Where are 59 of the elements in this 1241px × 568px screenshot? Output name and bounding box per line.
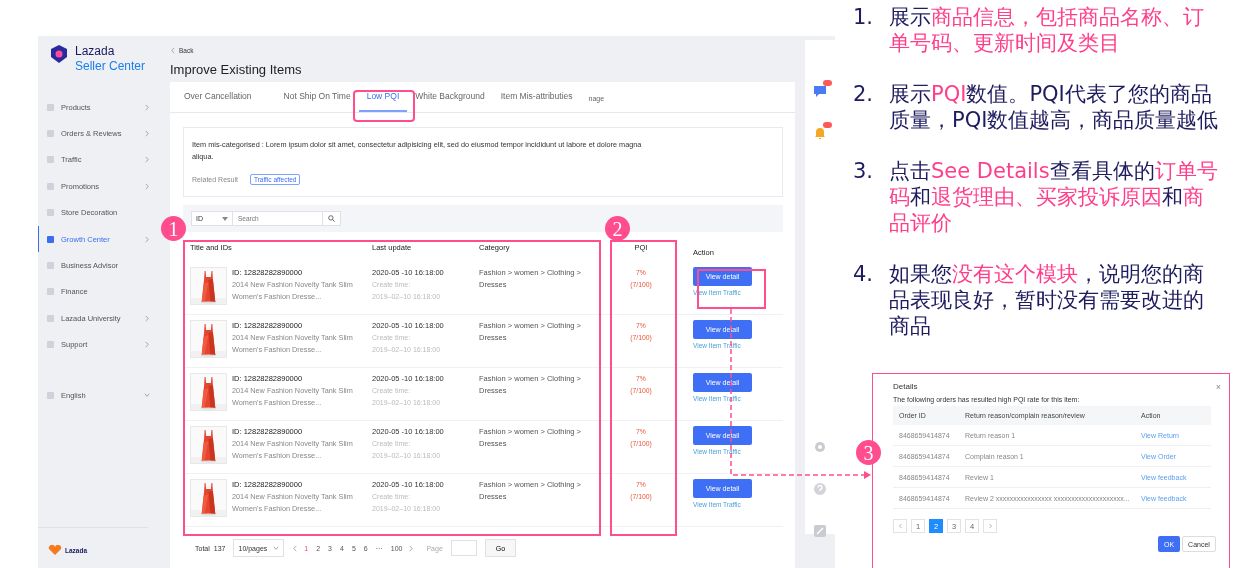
note-text: 点击See Details查看具体的订单号码和退货理由、买家投诉原因和商品评价 [889, 158, 1219, 236]
logo-text: Lazada [75, 44, 116, 58]
chevron-right-icon [408, 544, 415, 552]
bell-icon[interactable] [813, 126, 827, 140]
edit-icon[interactable] [813, 524, 827, 538]
chevron-left-icon [170, 46, 176, 54]
chevron-left-icon [292, 544, 299, 552]
highlight-frame [353, 90, 415, 122]
square-icon [47, 391, 54, 399]
tab[interactable]: Over Cancellation [184, 82, 260, 112]
tab[interactable]: Item Mis-attributies [492, 82, 581, 112]
tab[interactable]: Low PQI [358, 82, 408, 112]
page-input[interactable] [450, 540, 477, 556]
notification-badge [823, 122, 832, 128]
chevron-right-icon [144, 314, 150, 322]
square-icon [47, 262, 54, 270]
previous-page-button[interactable] [893, 519, 907, 533]
step-number: 2. [853, 81, 875, 108]
logo-subtitle: Seller Center [75, 58, 146, 74]
tab[interactable]: White Background [407, 82, 493, 112]
step-badge: 3 [856, 440, 881, 465]
chevron-right-icon [987, 523, 993, 529]
search-button[interactable] [323, 211, 341, 226]
caret-down-icon [222, 216, 228, 221]
settings-icon[interactable] [813, 440, 827, 454]
next-page-button[interactable] [983, 519, 997, 533]
step-number: 4. [853, 261, 875, 288]
note-text: 如果您没有这个模块，说明您的商品表现良好，暂时没有需要改进的商品 [889, 261, 1205, 339]
close-button[interactable]: × [1215, 382, 1221, 392]
chevron-right-icon [144, 341, 150, 349]
heart-logo-icon [48, 544, 62, 556]
square-icon [47, 209, 54, 217]
square-icon [47, 314, 54, 322]
caret-down-icon [144, 391, 150, 399]
step-number: 3. [853, 158, 875, 185]
chat-icon[interactable] [813, 84, 827, 98]
notification-badge [823, 80, 832, 86]
tab[interactable]: Not Ship On Time [275, 82, 359, 112]
note-text: 展示PQI数值。PQI代表了您的商品质量，PQI数值越高，商品质量越低 [889, 81, 1220, 133]
search-icon [328, 215, 335, 222]
dialog-title: Details [893, 382, 918, 392]
square-icon [47, 235, 54, 243]
square-icon [47, 341, 54, 349]
square-icon [47, 182, 54, 190]
square-icon [47, 156, 54, 164]
chevron-right-icon [144, 235, 150, 243]
chevron-right-icon [144, 103, 150, 111]
square-icon [47, 288, 54, 296]
note-text: 展示商品信息，包括商品名称、订单号码、更新时间及类目 [889, 4, 1205, 56]
chevron-right-icon [144, 130, 150, 138]
square-icon [47, 103, 54, 111]
step-number: 1. [853, 4, 875, 31]
chevron-left-icon [897, 523, 903, 529]
square-icon [47, 130, 54, 138]
help-icon[interactable] [813, 482, 827, 496]
page-title: Improve Existing Items [170, 62, 303, 77]
chevron-right-icon [144, 156, 150, 164]
caret-down-icon [273, 544, 280, 552]
chevron-right-icon [144, 182, 150, 190]
